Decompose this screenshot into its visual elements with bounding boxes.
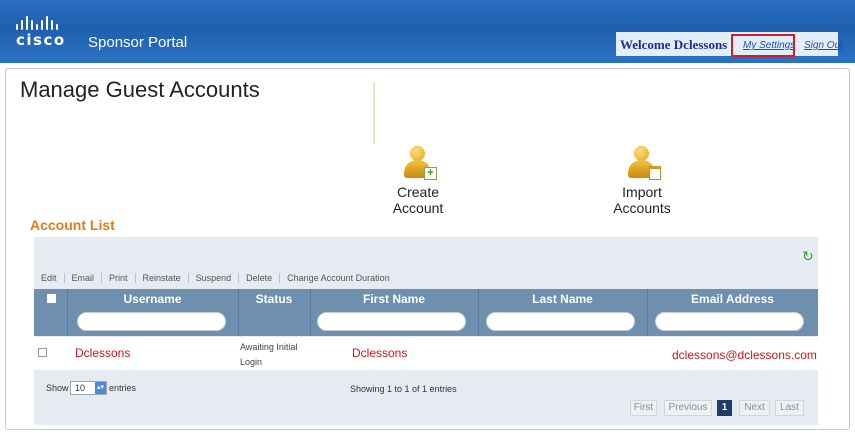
column-header-email[interactable]: Email Address — [647, 292, 818, 306]
row-username: Dclessons — [75, 346, 131, 360]
first-name-filter-input[interactable] — [317, 312, 466, 331]
account-list-title: Account List — [30, 217, 115, 233]
refresh-icon[interactable]: ↻ — [802, 249, 816, 263]
row-checkbox[interactable] — [38, 348, 47, 357]
column-header-last-name[interactable]: Last Name — [478, 292, 647, 306]
entries-label: entries — [109, 383, 137, 393]
my-settings-highlight — [731, 34, 795, 57]
last-name-filter-input[interactable] — [486, 312, 635, 331]
column-header-first-name[interactable]: First Name — [310, 292, 478, 306]
welcome-message: Welcome Dclessons — [620, 37, 728, 52]
import-accounts-label: Import Accounts — [613, 184, 671, 216]
username-filter-input[interactable] — [77, 312, 226, 331]
portal-name: Sponsor Portal — [88, 34, 188, 51]
pagination-first[interactable]: First — [630, 400, 657, 416]
create-account-button[interactable]: + Create Account — [372, 146, 464, 216]
suspend-button[interactable]: Suspend — [189, 273, 240, 283]
title-divider — [373, 82, 375, 144]
select-arrow-icon: ▴▾ — [95, 382, 106, 394]
reinstate-button[interactable]: Reinstate — [136, 273, 189, 283]
cisco-logo-bars — [16, 16, 66, 30]
row-email: dclessons@dclessons.com — [672, 348, 817, 362]
pagination-next[interactable]: Next — [739, 400, 770, 416]
import-accounts-button[interactable]: Import Accounts — [592, 146, 692, 216]
cisco-logo-text: cisco — [16, 31, 66, 49]
page-size-value: 10 — [75, 383, 86, 393]
column-header-username[interactable]: Username — [67, 292, 238, 306]
row-first-name: Dclessons — [352, 346, 408, 360]
print-button[interactable]: Print — [102, 273, 136, 283]
change-duration-button[interactable]: Change Account Duration — [280, 273, 397, 283]
row-status: Awaiting Initial Login — [240, 342, 298, 367]
column-header-status[interactable]: Status — [238, 292, 310, 306]
delete-button[interactable]: Delete — [239, 273, 281, 283]
pagination-last[interactable]: Last — [775, 400, 804, 416]
create-account-label: Create Account — [392, 184, 444, 216]
import-users-icon — [627, 146, 661, 180]
email-filter-input[interactable] — [655, 312, 804, 331]
select-all-checkbox[interactable] — [47, 294, 56, 303]
cisco-logo: cisco — [16, 16, 66, 49]
pagination-page-1[interactable]: 1 — [717, 400, 732, 416]
page-title: Manage Guest Accounts — [20, 77, 260, 102]
page-size-select[interactable]: 10 ▴▾ — [70, 381, 107, 395]
edit-button[interactable]: Edit — [34, 273, 65, 283]
showing-entries-info: Showing 1 to 1 of 1 entries — [350, 384, 457, 394]
add-user-icon: + — [403, 146, 437, 180]
sign-out-link[interactable]: Sign Out — [804, 40, 843, 51]
pagination-previous[interactable]: Previous — [664, 400, 712, 416]
show-label: Show — [46, 383, 69, 393]
account-toolbar: Edit Email Print Reinstate Suspend Delet… — [34, 271, 397, 285]
email-button[interactable]: Email — [65, 273, 103, 283]
